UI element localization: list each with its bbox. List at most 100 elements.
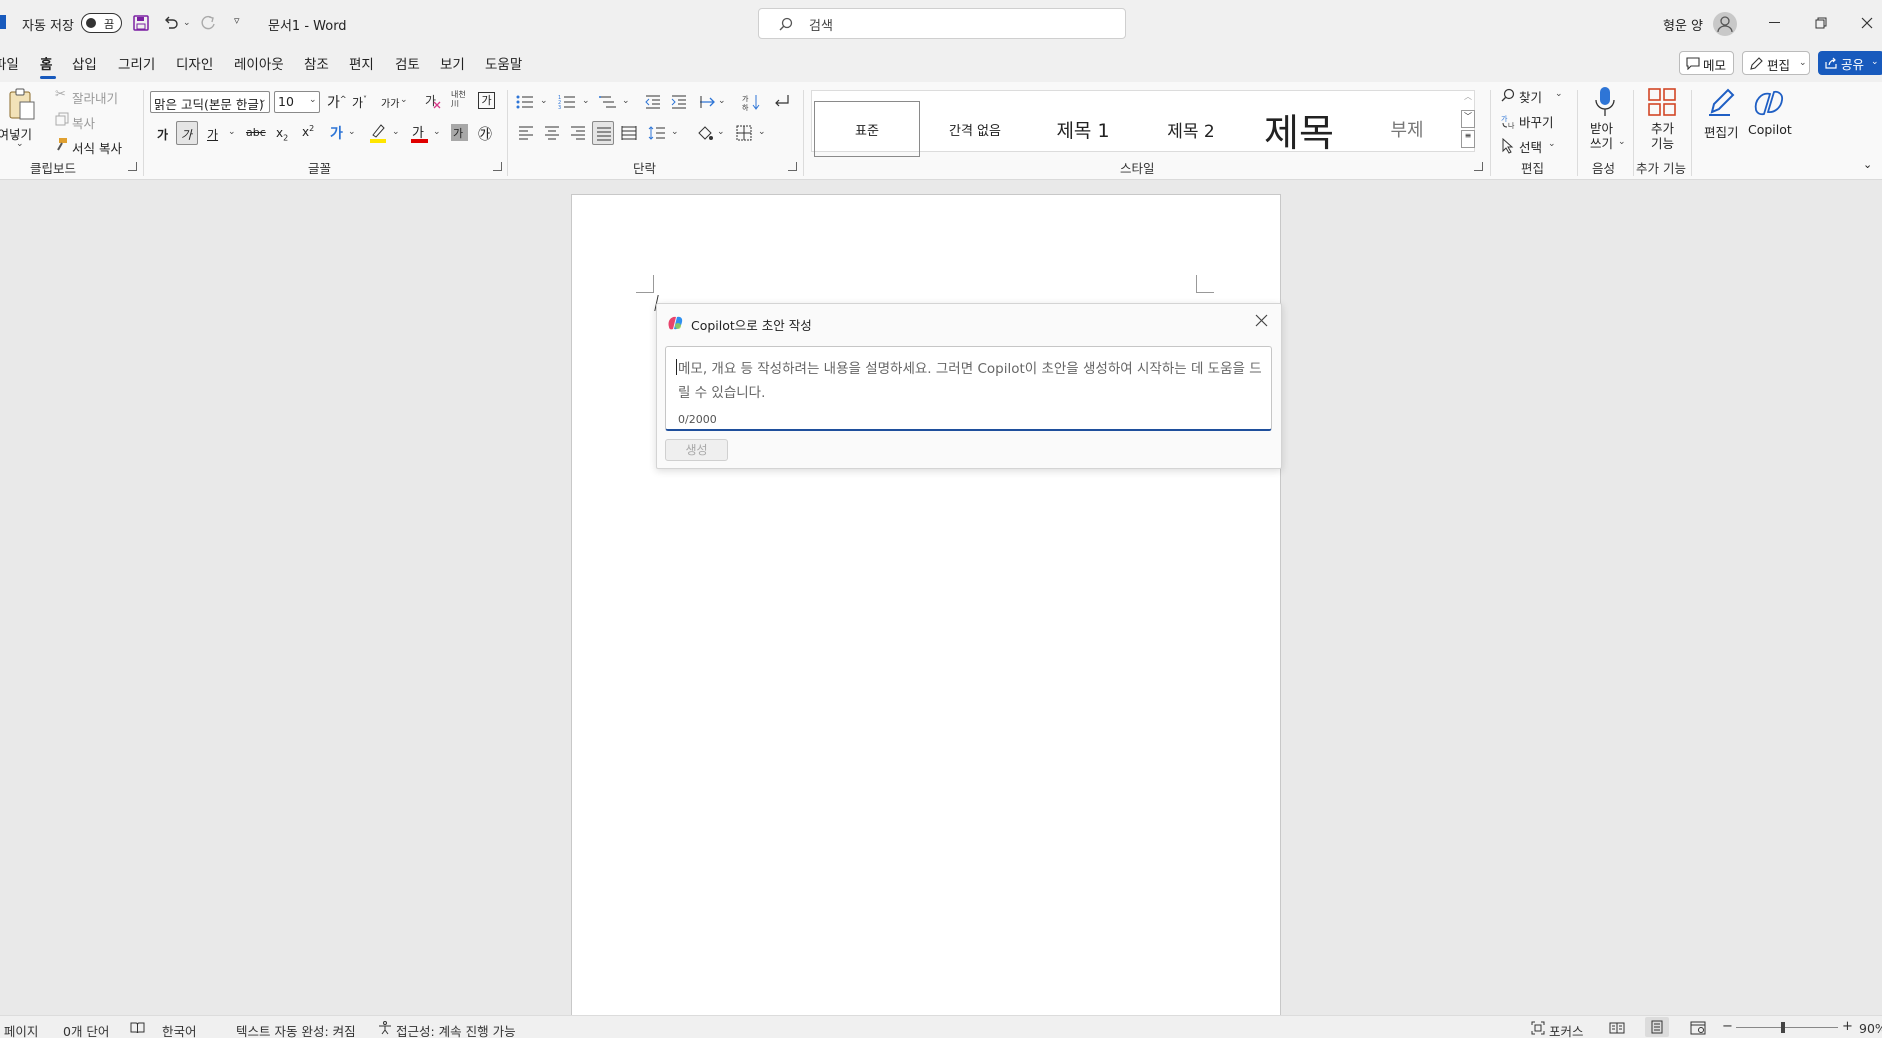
- style-heading-1[interactable]: 제목 1: [1030, 101, 1136, 157]
- user-name[interactable]: 형운 양: [1663, 15, 1703, 34]
- decrease-indent-icon[interactable]: [645, 95, 661, 109]
- close-icon[interactable]: [1255, 314, 1268, 327]
- text-predictions[interactable]: 텍스트 자동 완성: 켜짐: [236, 1021, 356, 1038]
- customize-qat-icon[interactable]: ▿: [234, 14, 240, 27]
- shading-chevron-icon[interactable]: ⌄: [717, 127, 725, 137]
- memo-button[interactable]: 메모: [1679, 51, 1734, 75]
- styles-scroll-down-icon[interactable]: ﹀: [1461, 110, 1475, 128]
- undo-icon[interactable]: [162, 14, 180, 32]
- font-color-chevron-icon[interactable]: ⌄: [433, 127, 441, 137]
- distributed-icon[interactable]: [621, 126, 637, 140]
- font-size-chevron-icon[interactable]: ⌄: [309, 95, 317, 105]
- avatar[interactable]: [1713, 12, 1737, 36]
- sort-icon[interactable]: 가하: [742, 93, 760, 111]
- tab-mailings[interactable]: 편지: [349, 53, 374, 73]
- underline-label[interactable]: 가: [207, 126, 218, 143]
- read-mode-icon[interactable]: [1609, 1022, 1625, 1034]
- tab-references[interactable]: 참조: [304, 53, 329, 73]
- font-color-button[interactable]: 가: [410, 121, 430, 145]
- font-name-select[interactable]: 맑은 고딕(본문 한글): [150, 91, 270, 113]
- web-layout-icon[interactable]: [1690, 1021, 1706, 1035]
- focus-icon[interactable]: [1531, 1021, 1545, 1035]
- tab-home[interactable]: 홈: [40, 53, 52, 73]
- redo-icon[interactable]: [199, 14, 217, 32]
- align-left-icon[interactable]: [518, 126, 534, 140]
- tab-design[interactable]: 디자인: [176, 53, 213, 73]
- styles-launcher-icon[interactable]: [1474, 162, 1483, 171]
- copilot-ribbon-button[interactable]: Copilot: [1746, 86, 1794, 156]
- zoom-level[interactable]: 90%: [1859, 1021, 1882, 1036]
- grow-font-icon[interactable]: 가^: [327, 92, 347, 112]
- strikethrough-icon[interactable]: abc: [246, 126, 266, 139]
- superscript-icon[interactable]: x2: [302, 124, 314, 139]
- paste-button[interactable]: 붙여넣기 ⌄: [0, 86, 48, 152]
- underline-chevron-icon[interactable]: ⌄: [228, 127, 236, 137]
- page-count[interactable]: 1 페이지: [0, 1021, 38, 1038]
- enclose-characters-icon[interactable]: 가: [478, 92, 495, 109]
- minimize-icon[interactable]: [1769, 22, 1780, 23]
- italic-button[interactable]: 가: [176, 121, 198, 145]
- styles-scroll-up-icon[interactable]: ︿: [1461, 91, 1475, 109]
- proofing-book-icon[interactable]: [130, 1022, 145, 1034]
- paragraph-launcher-icon[interactable]: [788, 162, 797, 171]
- numbering-icon[interactable]: 123: [558, 94, 576, 110]
- text-effects-chevron-icon[interactable]: ⌄: [348, 127, 356, 137]
- tab-draw[interactable]: 그리기: [118, 53, 155, 73]
- dictate-button[interactable]: 받아 쓰기 ⌄: [1582, 86, 1628, 156]
- tab-file[interactable]: 파일: [0, 53, 19, 73]
- styles-more-icon[interactable]: ≡: [1461, 130, 1475, 148]
- find-button[interactable]: 찾기 ⌄: [1499, 86, 1569, 106]
- generate-button[interactable]: 생성: [665, 439, 728, 461]
- bullets-icon[interactable]: [516, 94, 534, 110]
- zoom-out-icon[interactable]: −: [1722, 1019, 1733, 1034]
- line-spacing-chevron-icon[interactable]: ⌄: [671, 127, 679, 137]
- search-box[interactable]: 검색: [758, 8, 1126, 39]
- add-ins-button[interactable]: 추가 기능: [1640, 86, 1686, 156]
- tab-view[interactable]: 보기: [440, 53, 465, 73]
- zoom-in-icon[interactable]: +: [1842, 1019, 1853, 1034]
- align-right-icon[interactable]: [570, 126, 586, 140]
- character-shading-button[interactable]: 가: [451, 124, 468, 141]
- editing-mode-button[interactable]: 편집 ⌄: [1742, 51, 1810, 75]
- style-no-spacing[interactable]: 간격 없음: [922, 101, 1028, 157]
- highlight-icon[interactable]: [369, 122, 387, 144]
- collapse-ribbon-icon[interactable]: ⌄: [1863, 158, 1872, 171]
- text-direction-chevron-icon[interactable]: ⌄: [718, 96, 726, 106]
- copilot-prompt-input[interactable]: 메모, 개요 등 작성하려는 내용을 설명하세요. 그러면 Copilot이 초…: [665, 346, 1272, 431]
- copy-button[interactable]: 복사: [55, 112, 115, 131]
- restore-icon[interactable]: [1815, 17, 1827, 29]
- print-layout-button[interactable]: [1645, 1017, 1669, 1037]
- accessibility-status[interactable]: 접근성: 계속 진행 가능: [396, 1021, 516, 1038]
- font-name-chevron-icon[interactable]: ⌄: [259, 95, 267, 105]
- enclosed-char-label[interactable]: ㉮: [478, 124, 492, 144]
- borders-chevron-icon[interactable]: ⌄: [758, 127, 766, 137]
- change-case-chevron-icon[interactable]: ⌄: [400, 95, 408, 105]
- highlight-chevron-icon[interactable]: ⌄: [392, 127, 400, 137]
- tab-review[interactable]: 검토: [395, 53, 420, 73]
- select-button[interactable]: 선택 ⌄: [1499, 136, 1569, 156]
- borders-icon[interactable]: [736, 125, 752, 141]
- style-normal[interactable]: 표준: [814, 101, 920, 157]
- autosave-toggle[interactable]: 끔: [81, 13, 122, 33]
- numbering-chevron-icon[interactable]: ⌄: [582, 96, 590, 106]
- multilevel-chevron-icon[interactable]: ⌄: [622, 96, 630, 106]
- bold-label[interactable]: 가: [157, 126, 168, 143]
- clipboard-launcher-icon[interactable]: [128, 162, 137, 171]
- replace-button[interactable]: 가나 바꾸기: [1499, 111, 1569, 131]
- save-icon[interactable]: [132, 14, 150, 32]
- align-center-icon[interactable]: [544, 126, 560, 140]
- shrink-font-icon[interactable]: 가˅: [352, 94, 367, 111]
- focus-label[interactable]: 포커스: [1549, 1021, 1584, 1038]
- text-direction-icon[interactable]: [698, 93, 716, 111]
- text-effects-icon[interactable]: 가: [329, 124, 345, 142]
- format-painter-button[interactable]: 서식 복사: [53, 137, 133, 156]
- zoom-slider[interactable]: [1736, 1022, 1838, 1033]
- change-case-icon[interactable]: 가가: [381, 95, 399, 110]
- tab-layout[interactable]: 레이아웃: [234, 53, 284, 73]
- editor-button[interactable]: 편집기: [1700, 86, 1746, 156]
- style-subtitle[interactable]: 부제: [1354, 101, 1460, 157]
- line-spacing-icon[interactable]: [648, 125, 666, 141]
- subscript-icon[interactable]: x2: [276, 126, 288, 142]
- share-button[interactable]: 공유 ⌄: [1818, 51, 1882, 75]
- style-heading-2[interactable]: 제목 2: [1138, 101, 1244, 157]
